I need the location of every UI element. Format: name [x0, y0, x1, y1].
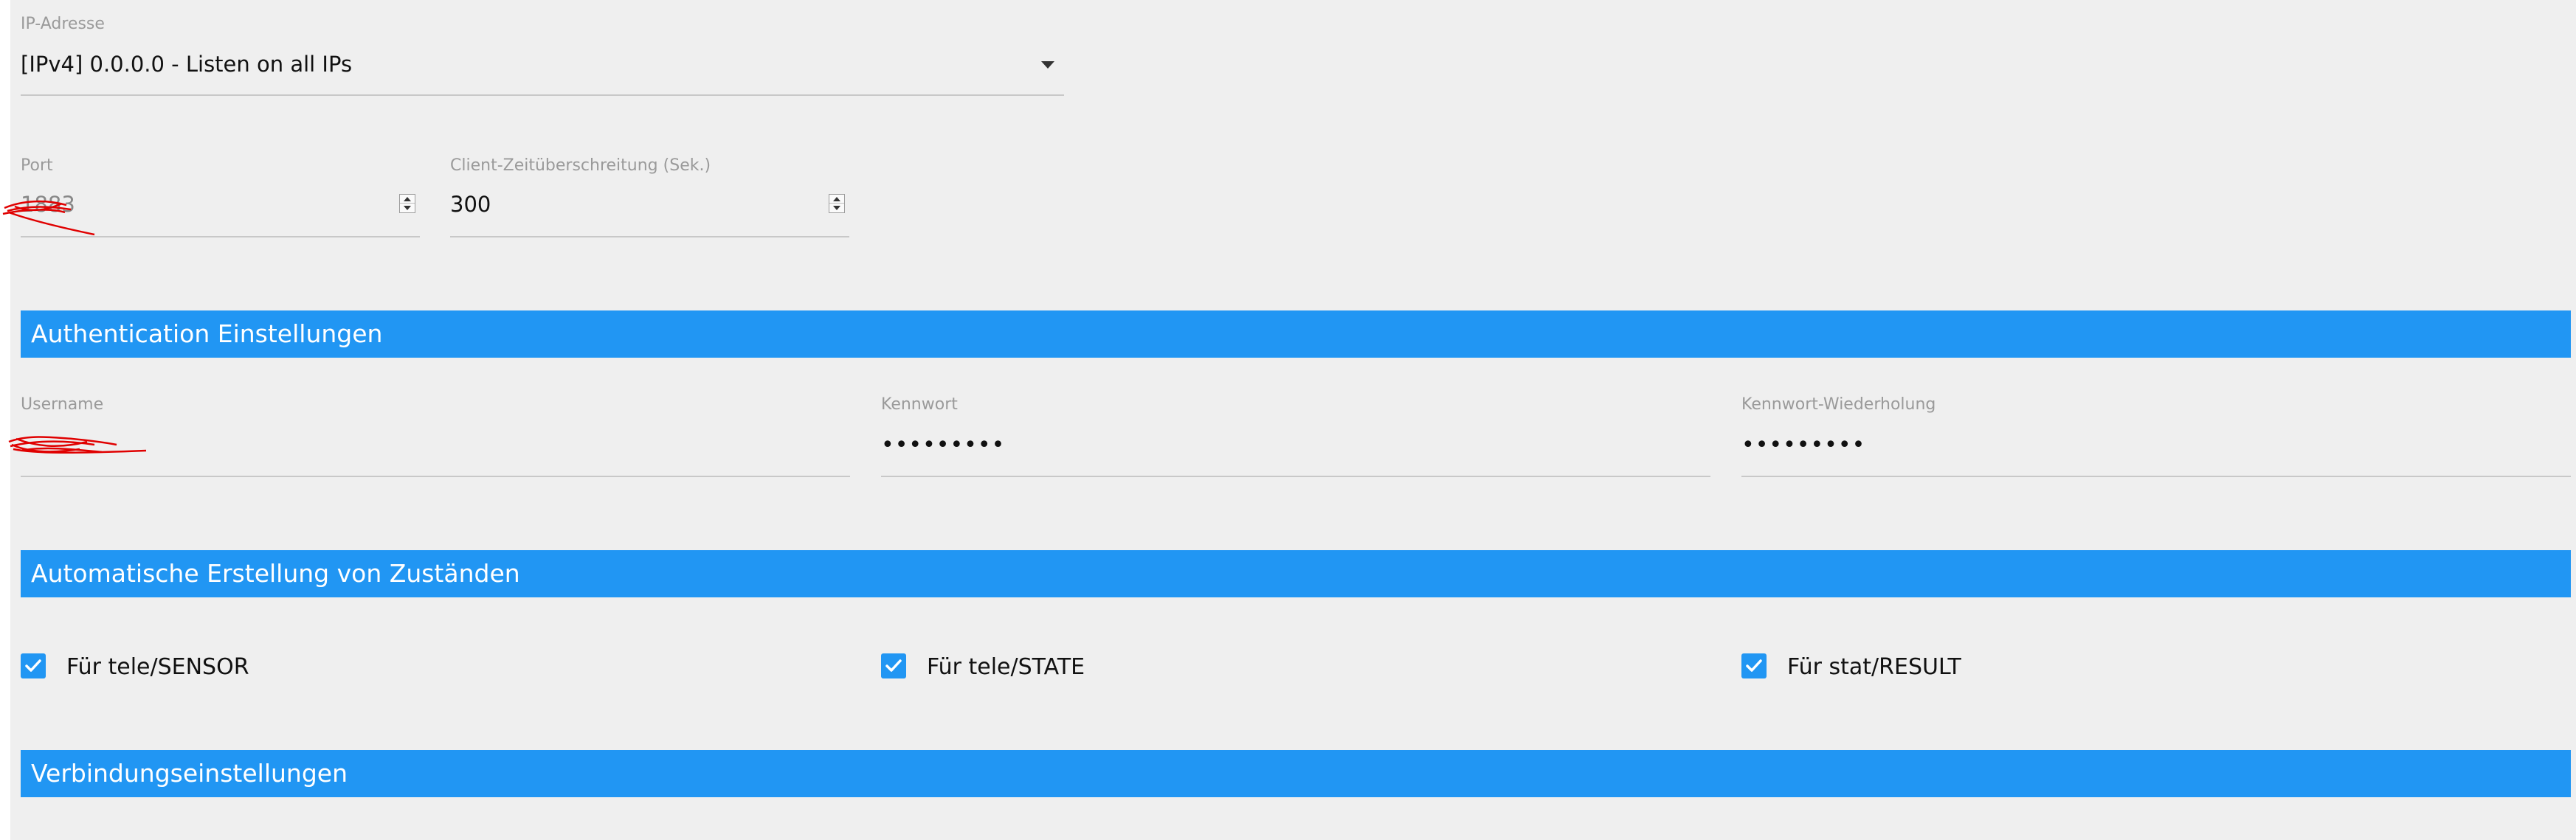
stat-result-checkbox[interactable] [1741, 653, 1767, 678]
password-underline [881, 476, 1710, 477]
ip-address-select[interactable]: [IPv4] 0.0.0.0 - Listen on all IPs [21, 47, 1064, 94]
check-icon [25, 659, 41, 672]
port-label: Port [21, 156, 53, 175]
check-icon [1746, 659, 1762, 672]
client-timeout-value: 300 [450, 192, 491, 217]
password-input[interactable]: ••••••••• [881, 428, 1710, 475]
client-timeout-spinner-icon[interactable] [829, 194, 845, 213]
settings-panel [10, 0, 2576, 840]
caret-down-icon [1041, 61, 1054, 69]
connection-section-header: Verbindungseinstellungen [21, 750, 2571, 797]
username-redaction-scribble [8, 436, 147, 454]
password-repeat-value: ••••••••• [1741, 432, 1866, 458]
ip-address-underline [21, 94, 1064, 96]
password-value: ••••••••• [881, 432, 1006, 458]
port-spinner-icon[interactable] [399, 194, 415, 213]
username-underline [21, 476, 850, 477]
tele-sensor-checkbox[interactable] [21, 653, 46, 678]
tele-sensor-checkbox-row[interactable]: Für tele/SENSOR [21, 653, 316, 683]
port-redaction-scribble [2, 200, 95, 236]
tele-state-checkbox[interactable] [881, 653, 906, 678]
password-repeat-input[interactable]: ••••••••• [1741, 428, 2571, 475]
password-label: Kennwort [881, 395, 958, 414]
username-label: Username [21, 395, 104, 414]
tele-state-label: Für tele/STATE [927, 654, 1085, 680]
tele-state-checkbox-row[interactable]: Für tele/STATE [881, 653, 1176, 683]
client-timeout-input[interactable]: 300 [450, 189, 849, 236]
password-repeat-underline [1741, 476, 2571, 477]
ip-address-label: IP-Adresse [21, 15, 105, 33]
ip-address-value: [IPv4] 0.0.0.0 - Listen on all IPs [21, 52, 353, 77]
stat-result-checkbox-row[interactable]: Für stat/RESULT [1741, 653, 2037, 683]
client-timeout-label: Client-Zeitüberschreitung (Sek.) [450, 156, 711, 175]
tele-sensor-label: Für tele/SENSOR [66, 654, 249, 680]
auto-states-section-header: Automatische Erstellung von Zuständen [21, 550, 2571, 597]
auth-section-header: Authentication Einstellungen [21, 310, 2571, 358]
check-icon [885, 659, 902, 672]
stat-result-label: Für stat/RESULT [1787, 654, 1961, 680]
client-timeout-underline [450, 236, 849, 237]
password-repeat-label: Kennwort-Wiederholung [1741, 395, 1936, 414]
